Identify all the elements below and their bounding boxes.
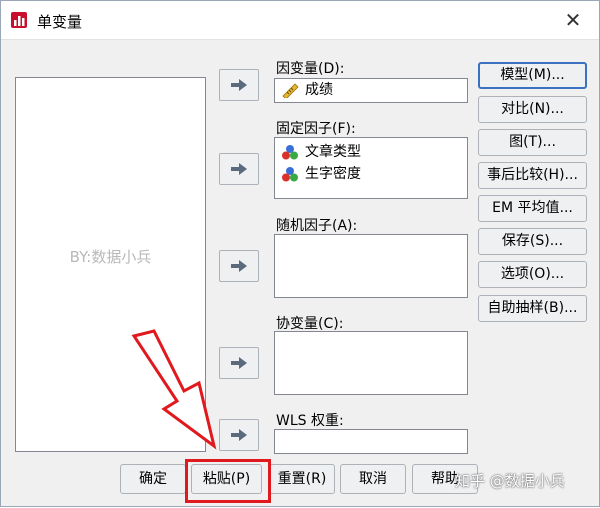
move-to-covariate-button[interactable] [219,347,259,379]
variable-name: 文章类型 [305,144,361,160]
fixed-factor-field[interactable]: 文章类型 生字密度 [274,137,468,199]
watermark-text: BY:数据小兵 [69,248,152,266]
cancel-button[interactable]: 取消 [340,464,406,494]
covariate-label: 协变量(C): [276,316,344,332]
save-button[interactable]: 保存(S)... [478,228,587,255]
list-item[interactable]: 生字密度 [275,163,467,185]
dependent-label: 因变量(D): [276,61,345,77]
ruler-scale-icon [282,83,299,98]
list-item[interactable]: 成绩 [275,79,467,102]
close-button[interactable]: ✕ [561,8,585,32]
zhihu-watermark: 知乎 @数据小兵 [455,472,565,490]
options-button[interactable]: 选项(O)... [478,261,587,288]
nominal-balls-icon [282,167,298,182]
arrow-right-icon [231,357,247,369]
contrast-button[interactable]: 对比(N)... [478,96,587,123]
em-means-button[interactable]: EM 平均值... [478,195,587,222]
arrow-right-icon [231,163,247,175]
move-to-dependent-button[interactable] [219,69,259,101]
random-factor-label: 随机因子(A): [276,218,358,234]
variable-name: 生字密度 [305,166,361,182]
move-to-wls-weight-button[interactable] [219,419,259,451]
bootstrap-button[interactable]: 自助抽样(B)... [478,295,587,322]
move-to-fixed-factor-button[interactable] [219,153,259,185]
ok-button[interactable]: 确定 [120,464,186,494]
arrow-right-icon [231,260,247,272]
arrow-right-icon [231,79,247,91]
wls-weight-label: WLS 权重: [276,413,344,429]
plots-button[interactable]: 图(T)... [478,129,587,156]
source-variable-list[interactable]: BY:数据小兵 [15,77,206,452]
paste-highlight-box [185,459,271,503]
random-factor-field[interactable] [274,234,468,298]
title-bar: 单变量 ✕ [1,1,599,40]
arrow-right-icon [231,429,247,441]
covariate-field[interactable] [274,331,468,395]
variable-name: 成绩 [305,82,333,98]
model-button[interactable]: 模型(M)... [478,62,587,89]
post-hoc-button[interactable]: 事后比较(H)... [478,162,587,189]
list-item[interactable]: 文章类型 [275,141,467,163]
univariate-dialog: 单变量 ✕ BY:数据小兵 因变量(D): 成绩 固定因子(F): 文章类型 生… [0,0,600,507]
reset-button[interactable]: 重置(R) [269,464,335,494]
dependent-field[interactable]: 成绩 [274,78,468,103]
app-icon [11,12,27,28]
nominal-balls-icon [282,145,298,160]
move-to-random-factor-button[interactable] [219,250,259,282]
window-title: 单变量 [37,13,83,31]
wls-weight-field[interactable] [274,429,468,454]
fixed-factor-label: 固定因子(F): [276,121,356,137]
